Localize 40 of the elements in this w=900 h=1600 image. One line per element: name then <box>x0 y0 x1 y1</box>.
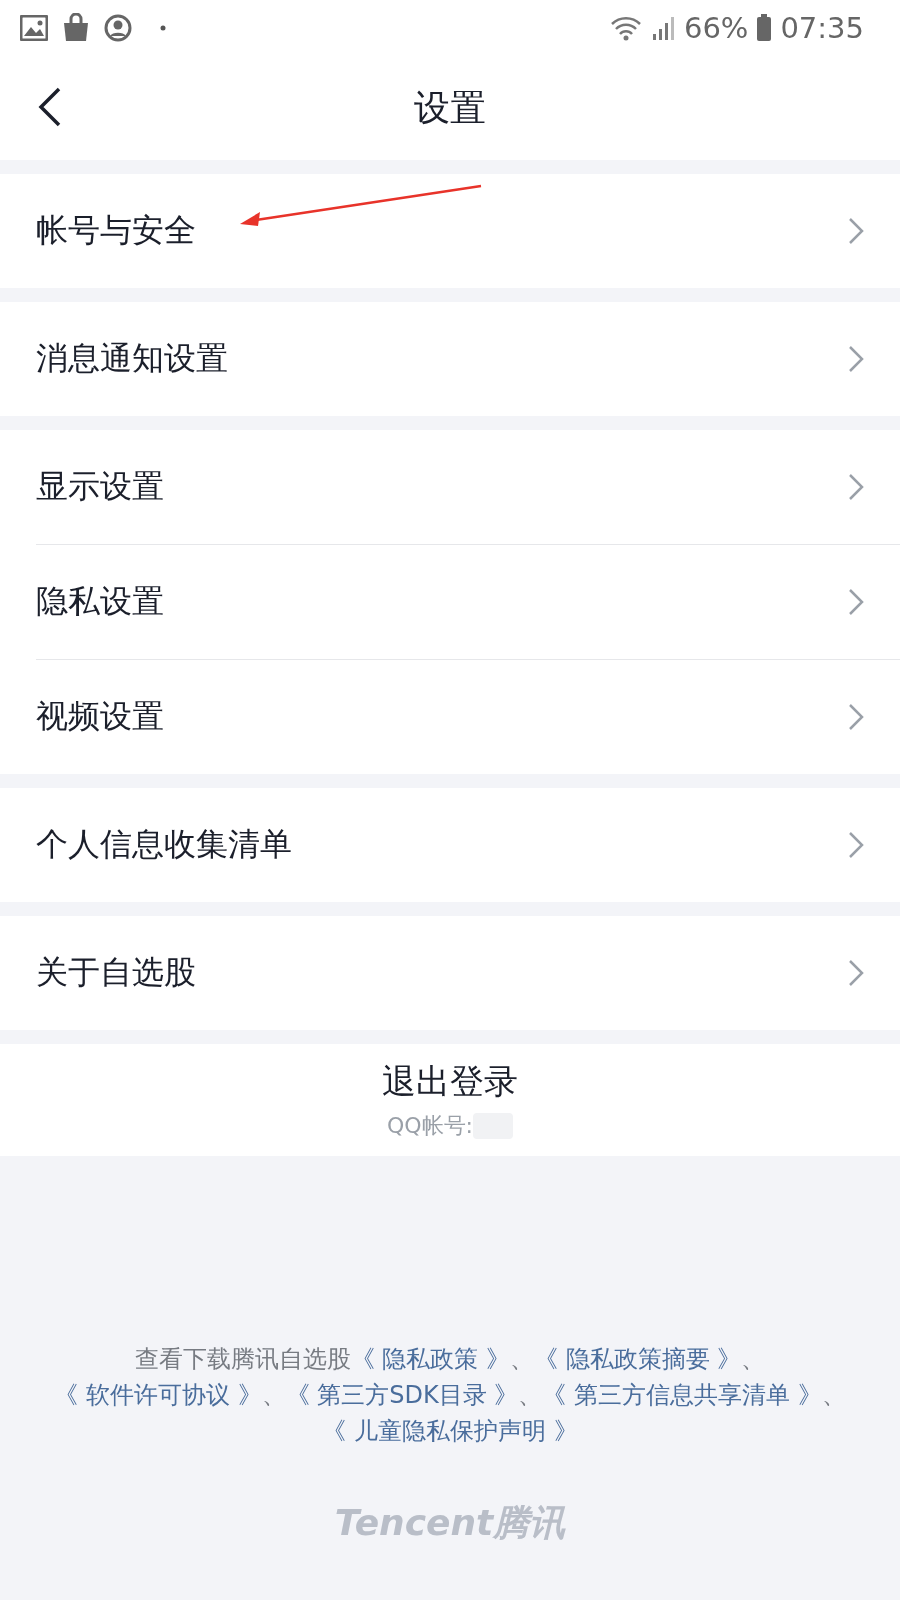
chevron-icon <box>848 959 864 987</box>
image-icon <box>20 15 48 41</box>
page-title: 设置 <box>414 85 486 130</box>
settings-label: 显示设置 <box>36 466 164 507</box>
chevron-icon <box>848 473 864 501</box>
chevron-icon <box>848 217 864 245</box>
battery-icon <box>756 14 773 42</box>
brand-logo: Tencent腾讯 <box>333 1501 567 1545</box>
settings-label: 帐号与安全 <box>36 210 196 251</box>
chevron-icon <box>848 831 864 859</box>
shopping-bag-icon <box>62 13 90 43</box>
legal-link[interactable]: 《 儿童隐私保护声明 》 <box>322 1417 578 1445</box>
settings-label: 视频设置 <box>36 696 164 737</box>
clock: 07:35 <box>780 11 864 45</box>
legal-link[interactable]: 《 软件许可协议 》 <box>54 1381 262 1409</box>
legal-notice: 查看下载腾讯自选股《 隐私政策 》、《 隐私政策摘要 》、 《 软件许可协议 》、《 第三方SDK目录 》、《 第三方信息共享清单 》、 《 儿童隐私保护声明 》 <box>53 1344 847 1447</box>
settings-label: 隐私设置 <box>36 581 164 622</box>
settings-row[interactable]: 个人信息收集清单 <box>36 788 900 902</box>
account-icon <box>104 14 132 42</box>
settings-row[interactable]: 视频设置 <box>36 659 900 774</box>
chevron-icon <box>848 345 864 373</box>
legal-link[interactable]: 《 第三方信息共享清单 》 <box>542 1381 822 1409</box>
battery-percent: 66% <box>683 11 749 45</box>
legal-link[interactable]: 《 隐私政策摘要 》 <box>534 1345 742 1373</box>
chevron-icon <box>848 703 864 731</box>
logout-button[interactable]: 退出登录 <box>382 1059 518 1105</box>
dot-icon <box>160 25 166 31</box>
chevron-icon <box>848 588 864 616</box>
settings-row[interactable]: 帐号与安全 <box>36 174 900 288</box>
settings-label: 消息通知设置 <box>36 338 228 379</box>
settings-row[interactable]: 关于自选股 <box>36 916 900 1030</box>
settings-row[interactable]: 显示设置 <box>36 430 900 544</box>
account-label: QQ帐号: <box>386 1112 473 1140</box>
legal-link[interactable]: 《 第三方SDK目录 》 <box>285 1381 519 1409</box>
settings-label: 个人信息收集清单 <box>36 824 292 865</box>
settings-row[interactable]: 隐私设置 <box>36 544 900 659</box>
legal-link[interactable]: 《 隐私政策 》 <box>350 1345 510 1373</box>
signal-icon <box>651 16 676 40</box>
settings-label: 关于自选股 <box>36 952 196 993</box>
settings-row[interactable]: 消息通知设置 <box>36 302 900 416</box>
